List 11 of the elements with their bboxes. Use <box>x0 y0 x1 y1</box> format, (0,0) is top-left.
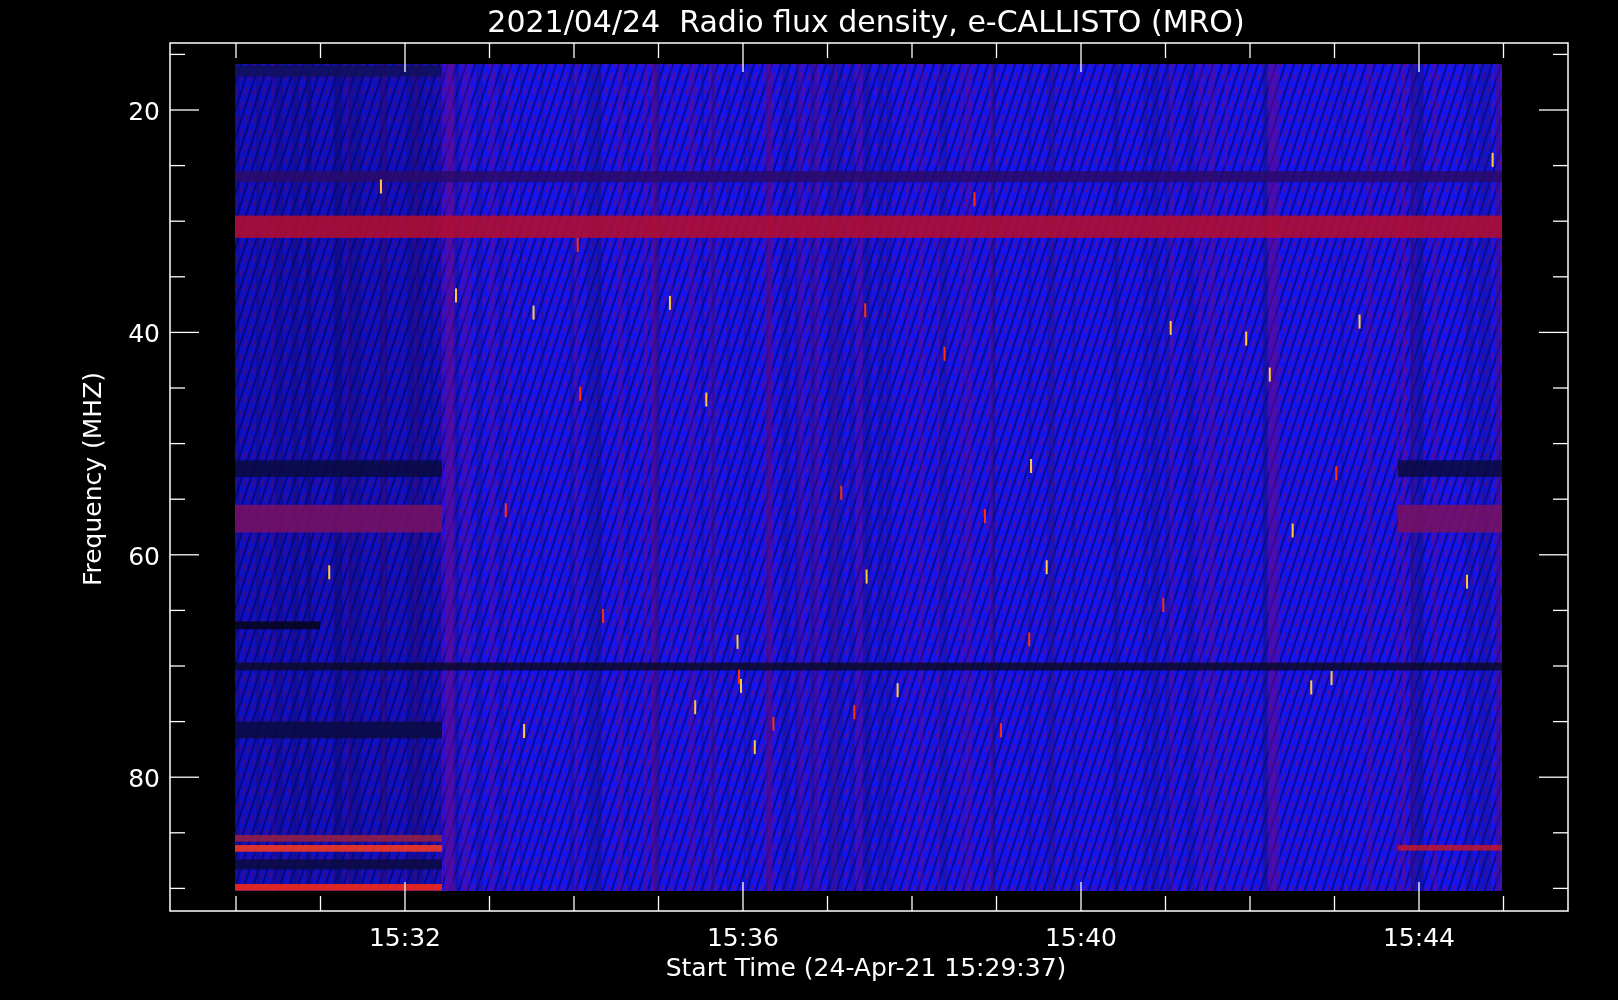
axis-label: Frequency (MHZ) <box>78 371 107 587</box>
axis-tick-label: 60 <box>128 541 160 571</box>
axis-tick-label: 15:40 <box>1045 923 1117 952</box>
axis-tick-label: 15:32 <box>369 923 441 952</box>
chart-title: 2021/04/24 Radio flux density, e-CALLISTO (MRO) <box>487 4 1245 39</box>
axis-tick-label: 15:44 <box>1383 923 1455 952</box>
axis-tick-label: 80 <box>128 764 160 794</box>
axis-tick-label: 40 <box>128 319 160 349</box>
axis-label: Start Time (24-Apr-21 15:29:37) <box>665 953 1067 982</box>
axis-tick-label: 20 <box>128 97 160 126</box>
axis-tick-label: 15:36 <box>707 923 779 952</box>
